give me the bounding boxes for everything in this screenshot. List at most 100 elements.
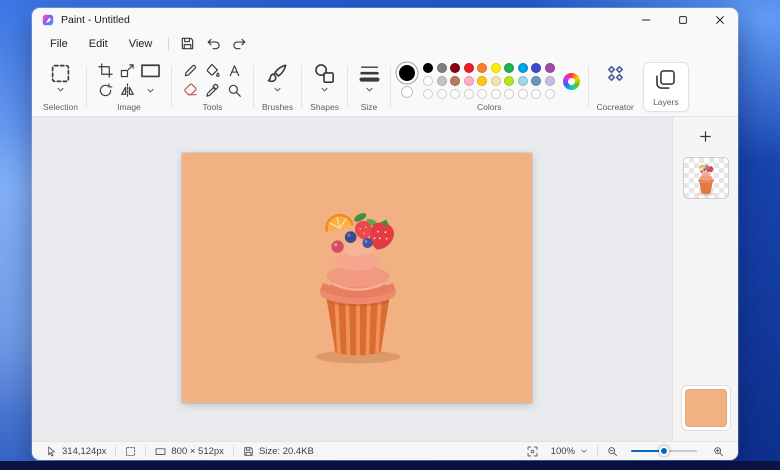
image-options-button[interactable] <box>140 61 161 80</box>
empty-color-slot[interactable] <box>436 89 447 99</box>
selection-dropdown-chevron[interactable] <box>56 85 65 94</box>
image-dropdown-chevron[interactable] <box>146 86 155 95</box>
flip-icon <box>120 83 135 98</box>
color-swatch[interactable] <box>477 76 487 86</box>
eyedropper-button[interactable] <box>202 81 223 100</box>
empty-color-slot[interactable] <box>423 89 433 99</box>
layer-thumbnail[interactable] <box>682 157 729 199</box>
shapes-dropdown-chevron[interactable] <box>320 85 329 94</box>
menu-file[interactable]: File <box>40 35 78 53</box>
color-swatch[interactable] <box>463 63 474 73</box>
color-swatch[interactable] <box>450 63 460 73</box>
color-swatch[interactable] <box>490 76 501 86</box>
zoom-level-dropdown[interactable]: 100% <box>547 446 592 457</box>
palette-row-3 <box>423 89 555 99</box>
file-size-icon <box>243 446 254 457</box>
color-swatch[interactable] <box>544 76 555 86</box>
palette-row-2 <box>423 76 555 86</box>
fill-button[interactable] <box>202 61 223 80</box>
zoom-slider-knob[interactable] <box>659 446 669 456</box>
ribbon-group-size: Size <box>349 58 389 116</box>
color-swatch[interactable] <box>531 63 541 73</box>
zoom-in-button[interactable] <box>709 446 728 457</box>
color-swatch[interactable] <box>517 76 528 86</box>
layers-panel <box>672 117 738 441</box>
edit-colors-button[interactable] <box>562 72 580 90</box>
canvas-surface[interactable] <box>182 153 532 403</box>
color-swatch[interactable] <box>423 76 433 86</box>
empty-color-slot[interactable] <box>450 89 460 99</box>
pencil-button[interactable] <box>180 61 201 80</box>
shapes-icon <box>314 63 335 84</box>
brushes-button[interactable] <box>265 61 291 85</box>
maximize-button[interactable] <box>664 8 701 31</box>
colors-area <box>399 61 580 99</box>
eraser-button[interactable] <box>180 81 201 100</box>
menu-view[interactable]: View <box>119 35 163 53</box>
size-dropdown-chevron[interactable] <box>365 85 374 94</box>
close-button[interactable] <box>701 8 738 31</box>
resize-button[interactable] <box>117 61 138 80</box>
primary-color-swatch[interactable] <box>399 64 415 81</box>
text-tool-icon <box>227 63 242 78</box>
ribbon-group-layers: Layers <box>642 62 689 112</box>
redo-button[interactable] <box>227 33 252 54</box>
selection-size <box>121 446 140 457</box>
group-label-shapes: Shapes <box>310 102 339 112</box>
group-separator <box>390 66 391 108</box>
menubar: File Edit View <box>32 31 738 56</box>
color-swatch[interactable] <box>477 63 487 73</box>
text-button[interactable] <box>224 61 245 80</box>
plus-icon <box>698 129 713 144</box>
zoom-slider[interactable] <box>631 446 697 456</box>
color-swatch[interactable] <box>504 76 514 86</box>
empty-color-slot[interactable] <box>531 89 541 99</box>
resize-icon <box>120 63 135 78</box>
empty-color-slot[interactable] <box>504 89 514 99</box>
layers-button[interactable] <box>653 67 679 91</box>
file-size-label: Size: 20.4KB <box>258 445 314 457</box>
background-layer-thumbnail[interactable] <box>684 389 727 427</box>
minimize-button[interactable] <box>627 8 664 31</box>
brush-icon <box>267 63 288 84</box>
color-swatch[interactable] <box>423 63 433 73</box>
color-palette <box>423 63 555 99</box>
magnifier-button[interactable] <box>224 81 245 100</box>
rotate-button[interactable] <box>95 81 116 100</box>
cupcake-image <box>285 173 431 383</box>
color-swatch[interactable] <box>436 63 447 73</box>
empty-color-slot[interactable] <box>463 89 474 99</box>
cocreator-button[interactable] <box>602 61 628 85</box>
save-button[interactable] <box>175 33 200 54</box>
flip-button[interactable] <box>117 81 138 100</box>
color-swatch[interactable] <box>463 76 474 86</box>
shapes-button[interactable] <box>312 61 338 85</box>
zoom-out-button[interactable] <box>603 446 622 457</box>
group-separator <box>85 66 87 108</box>
empty-color-slot[interactable] <box>544 89 555 99</box>
brushes-dropdown-chevron[interactable] <box>273 85 282 94</box>
zoom-level-label: 100% <box>550 445 575 457</box>
menu-edit[interactable]: Edit <box>79 35 118 53</box>
minimize-icon <box>640 14 652 26</box>
palette-row-1 <box>423 63 555 73</box>
color-swatch[interactable] <box>490 63 501 73</box>
undo-button[interactable] <box>201 33 226 54</box>
size-button[interactable] <box>356 61 382 85</box>
fit-screen-button[interactable] <box>523 446 542 457</box>
color-swatch[interactable] <box>544 63 555 73</box>
tools-grid <box>180 61 245 100</box>
color-swatch[interactable] <box>436 76 447 86</box>
crop-button[interactable] <box>95 61 116 80</box>
add-layer-button[interactable] <box>696 126 716 146</box>
selection-tool-button[interactable] <box>47 61 73 85</box>
color-swatch[interactable] <box>504 63 514 73</box>
secondary-color-swatch[interactable] <box>401 85 413 98</box>
color-swatch[interactable] <box>450 76 460 86</box>
color-swatch[interactable] <box>531 76 541 86</box>
layer-thumbnail-image <box>691 159 721 197</box>
empty-color-slot[interactable] <box>517 89 528 99</box>
empty-color-slot[interactable] <box>490 89 501 99</box>
color-swatch[interactable] <box>517 63 528 73</box>
empty-color-slot[interactable] <box>477 89 487 99</box>
